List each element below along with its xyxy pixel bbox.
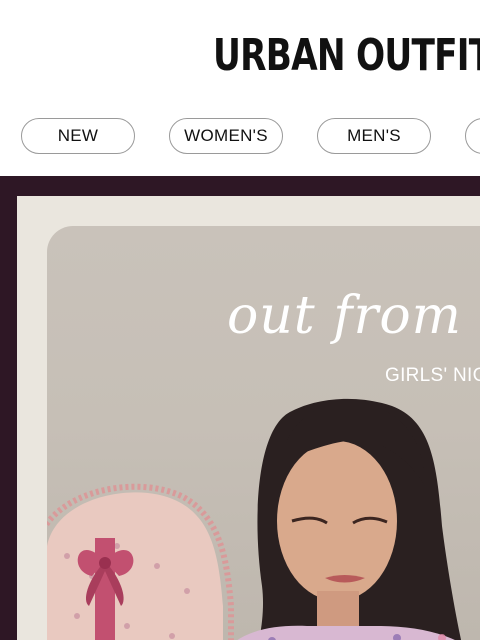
hero-script-headline: out from un <box>227 286 480 346</box>
hero-card: out from un GIRLS' NIGHT <box>17 196 480 640</box>
site-header: URBAN OUTFITTI NEW WOMEN'S MEN'S <box>0 0 480 176</box>
nav-item-next[interactable] <box>465 118 480 154</box>
nav-item-new[interactable]: NEW <box>21 118 135 154</box>
nav-item-womens[interactable]: WOMEN'S <box>169 118 283 154</box>
model-figure <box>237 398 462 640</box>
hero-subhead: GIRLS' NIGHT <box>385 365 480 386</box>
hero-photo: out from un GIRLS' NIGHT <box>47 226 480 640</box>
hero-banner[interactable]: out from un GIRLS' NIGHT <box>0 176 480 640</box>
nav-item-mens[interactable]: MEN'S <box>317 118 431 154</box>
category-nav: NEW WOMEN'S MEN'S <box>0 118 480 156</box>
gift-box-illustration <box>47 483 234 640</box>
brand-logo[interactable]: URBAN OUTFITTI <box>213 30 480 82</box>
